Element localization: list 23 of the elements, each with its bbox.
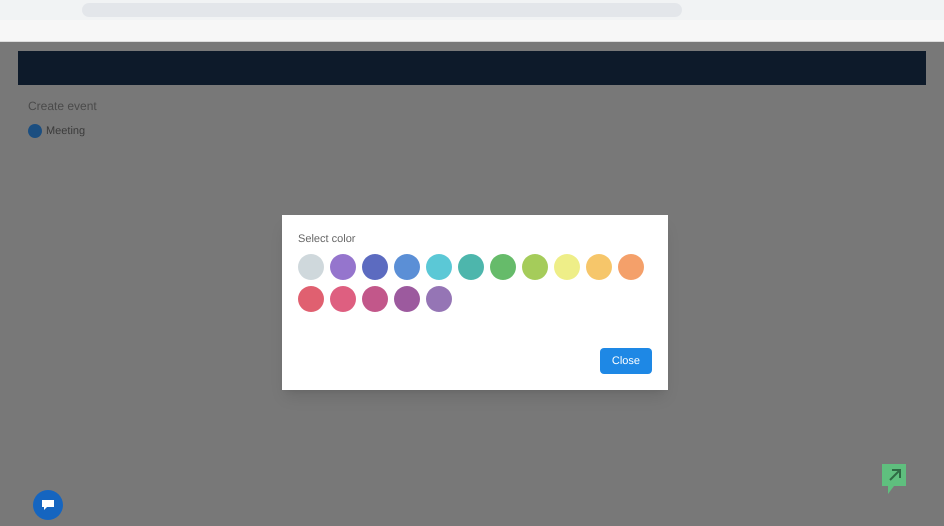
close-button[interactable]: Close (600, 348, 652, 374)
color-swatch[interactable] (362, 286, 388, 312)
color-swatch[interactable] (458, 254, 484, 280)
chat-icon (41, 499, 55, 511)
color-swatch[interactable] (330, 286, 356, 312)
color-swatch[interactable] (298, 286, 324, 312)
logo-icon (880, 462, 908, 496)
color-swatch[interactable] (426, 286, 452, 312)
color-swatch[interactable] (362, 254, 388, 280)
color-swatch[interactable] (426, 254, 452, 280)
color-swatch[interactable] (394, 286, 420, 312)
color-swatch[interactable] (490, 254, 516, 280)
color-swatch[interactable] (394, 254, 420, 280)
step-icon (28, 124, 42, 138)
color-swatch[interactable] (586, 254, 612, 280)
color-swatch[interactable] (330, 254, 356, 280)
chat-button[interactable] (33, 490, 63, 520)
color-swatch[interactable] (522, 254, 548, 280)
color-swatch[interactable] (618, 254, 644, 280)
dialog-title: Select color (298, 232, 356, 247)
color-swatch[interactable] (554, 254, 580, 280)
step-label: Meeting (46, 124, 86, 139)
color-swatch[interactable] (298, 254, 324, 280)
